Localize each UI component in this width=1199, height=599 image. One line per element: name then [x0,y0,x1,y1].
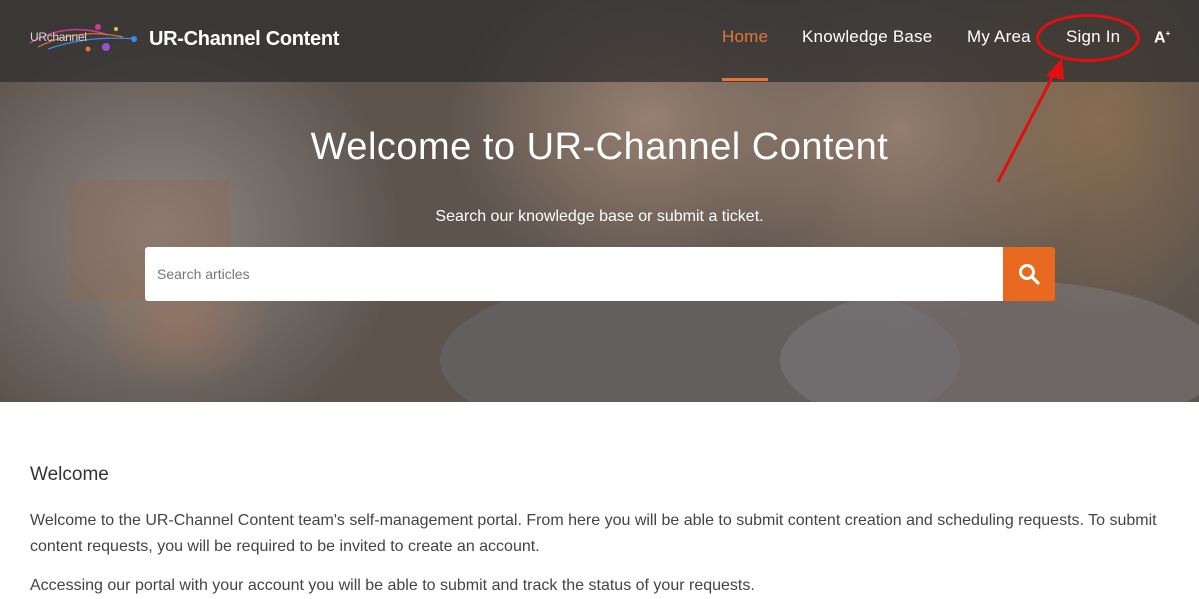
search-button[interactable] [1003,247,1055,301]
font-size-label: A [1154,29,1166,47]
account-paragraph: Accessing our portal with your account y… [30,577,755,594]
logo[interactable]: URchannel [28,17,140,61]
site-title[interactable]: UR-Channel Content [149,28,339,51]
welcome-heading: Welcome [30,464,109,485]
nav-active-indicator [722,78,768,81]
font-size-toggle[interactable]: A+ [1154,29,1170,47]
logo-text: URchannel [30,30,87,44]
nav-knowledge-base[interactable]: Knowledge Base [802,27,932,47]
nav-home[interactable]: Home [722,27,768,47]
nav-my-area[interactable]: My Area [967,27,1031,47]
search-icon [1019,264,1040,285]
welcome-paragraph: Welcome to the UR-Channel Content team's… [30,512,1157,555]
annotation-circle [1036,14,1140,62]
font-size-plus: + [1165,29,1171,38]
hero-subtitle: Search our knowledge base or submit a ti… [435,208,764,225]
search-input[interactable] [145,247,1003,301]
annotation-arrow [996,58,1064,183]
